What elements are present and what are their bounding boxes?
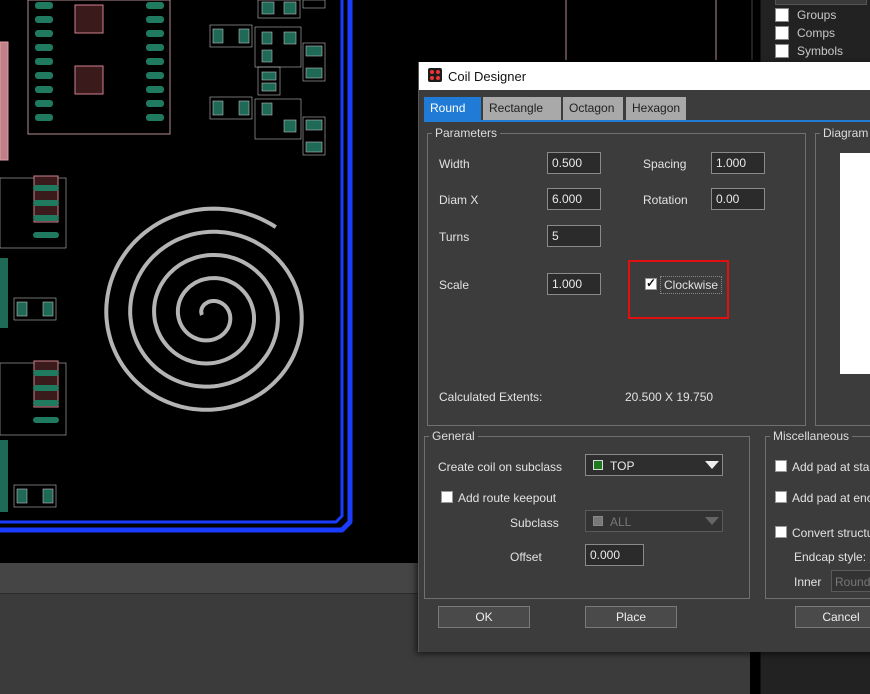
scale-input[interactable] (547, 273, 601, 295)
canvas-guides (565, 0, 753, 60)
spacing-input[interactable] (711, 152, 765, 174)
visibility-item-groups[interactable]: Groups (775, 7, 836, 23)
rotation-label: Rotation (643, 193, 688, 207)
extents-label: Calculated Extents: (439, 390, 543, 404)
keepout-subclass-select[interactable]: ALL (585, 510, 723, 532)
pad-start-checkbox[interactable] (775, 460, 787, 472)
inner-label: Inner (794, 575, 822, 589)
visibility-item-label: Comps (797, 26, 836, 40)
diagram-preview (840, 153, 870, 374)
offset-label: Offset (510, 550, 542, 564)
endcap-label: Endcap style: (794, 550, 867, 564)
place-button[interactable]: Place (585, 606, 677, 628)
scale-label: Scale (439, 278, 470, 292)
cancel-button[interactable]: Cancel (795, 606, 870, 628)
app-icon (428, 68, 442, 82)
board-outline (0, 0, 353, 533)
tab-octagon[interactable]: Octagon (563, 97, 623, 120)
keepout-color-swatch (593, 516, 603, 526)
chevron-down-icon (705, 461, 719, 469)
convert-checkbox[interactable] (775, 526, 787, 538)
groups-checkbox[interactable] (775, 8, 789, 22)
pad-end-label: Add pad at enc (792, 491, 870, 505)
inner-value: Round (835, 575, 870, 589)
inner-select[interactable]: Round (831, 570, 870, 592)
diamx-input[interactable] (547, 188, 601, 210)
symbols-checkbox[interactable] (775, 44, 789, 58)
tab-underline (424, 120, 870, 122)
misc-legend: Miscellaneous (773, 429, 850, 443)
pad-start-label: Add pad at star (792, 460, 870, 474)
visibility-item-comps[interactable]: Comps (775, 25, 835, 41)
visibility-item-symbols[interactable]: Symbols (775, 43, 843, 59)
clockwise-label[interactable]: Clockwise (660, 276, 723, 294)
component-ic-top (27, 0, 171, 135)
spiral-coil (104, 206, 304, 412)
turns-label: Turns (439, 230, 470, 244)
visibility-panel-field (775, 0, 867, 5)
keepout-subclass-value: ALL (610, 515, 632, 529)
convert-label: Convert structu (792, 526, 870, 540)
ok-button[interactable]: OK (438, 606, 530, 628)
offset-input[interactable] (585, 544, 644, 566)
width-input[interactable] (547, 152, 601, 174)
diagram-legend: Diagram (823, 126, 869, 140)
subclass-select[interactable]: TOP (585, 454, 723, 476)
pad-end-checkbox[interactable] (775, 491, 787, 503)
subclass-label: Create coil on subclass (438, 460, 563, 474)
spacing-label: Spacing (643, 157, 687, 171)
subclass-value: TOP (610, 459, 635, 473)
turns-input[interactable] (547, 225, 601, 247)
extents-value: 20.500 X 19.750 (625, 390, 714, 404)
dialog-title: Coil Designer (448, 69, 527, 84)
component-pads-left (0, 41, 9, 512)
rotation-input[interactable] (711, 188, 765, 210)
tab-rectangle[interactable]: Rectangle (483, 97, 561, 120)
general-legend: General (432, 429, 475, 443)
tab-round[interactable]: Round (424, 97, 481, 120)
comps-checkbox[interactable] (775, 26, 789, 40)
visibility-item-label: Symbols (797, 44, 844, 58)
keepout-subclass-label: Subclass (510, 516, 559, 530)
route-keepout-label: Add route keepout (458, 491, 557, 505)
route-keepout-checkbox[interactable] (441, 491, 453, 503)
chevron-down-icon (705, 517, 719, 525)
visibility-item-label: Groups (797, 8, 837, 22)
subclass-color-swatch (593, 460, 603, 470)
width-label: Width (439, 157, 470, 171)
parameters-legend: Parameters (435, 126, 498, 140)
diamx-label: Diam X (439, 193, 479, 207)
clockwise-checkbox[interactable] (645, 276, 657, 290)
tab-hexagon[interactable]: Hexagon (626, 97, 686, 120)
dialog-titlebar[interactable]: Coil Designer (419, 62, 870, 90)
